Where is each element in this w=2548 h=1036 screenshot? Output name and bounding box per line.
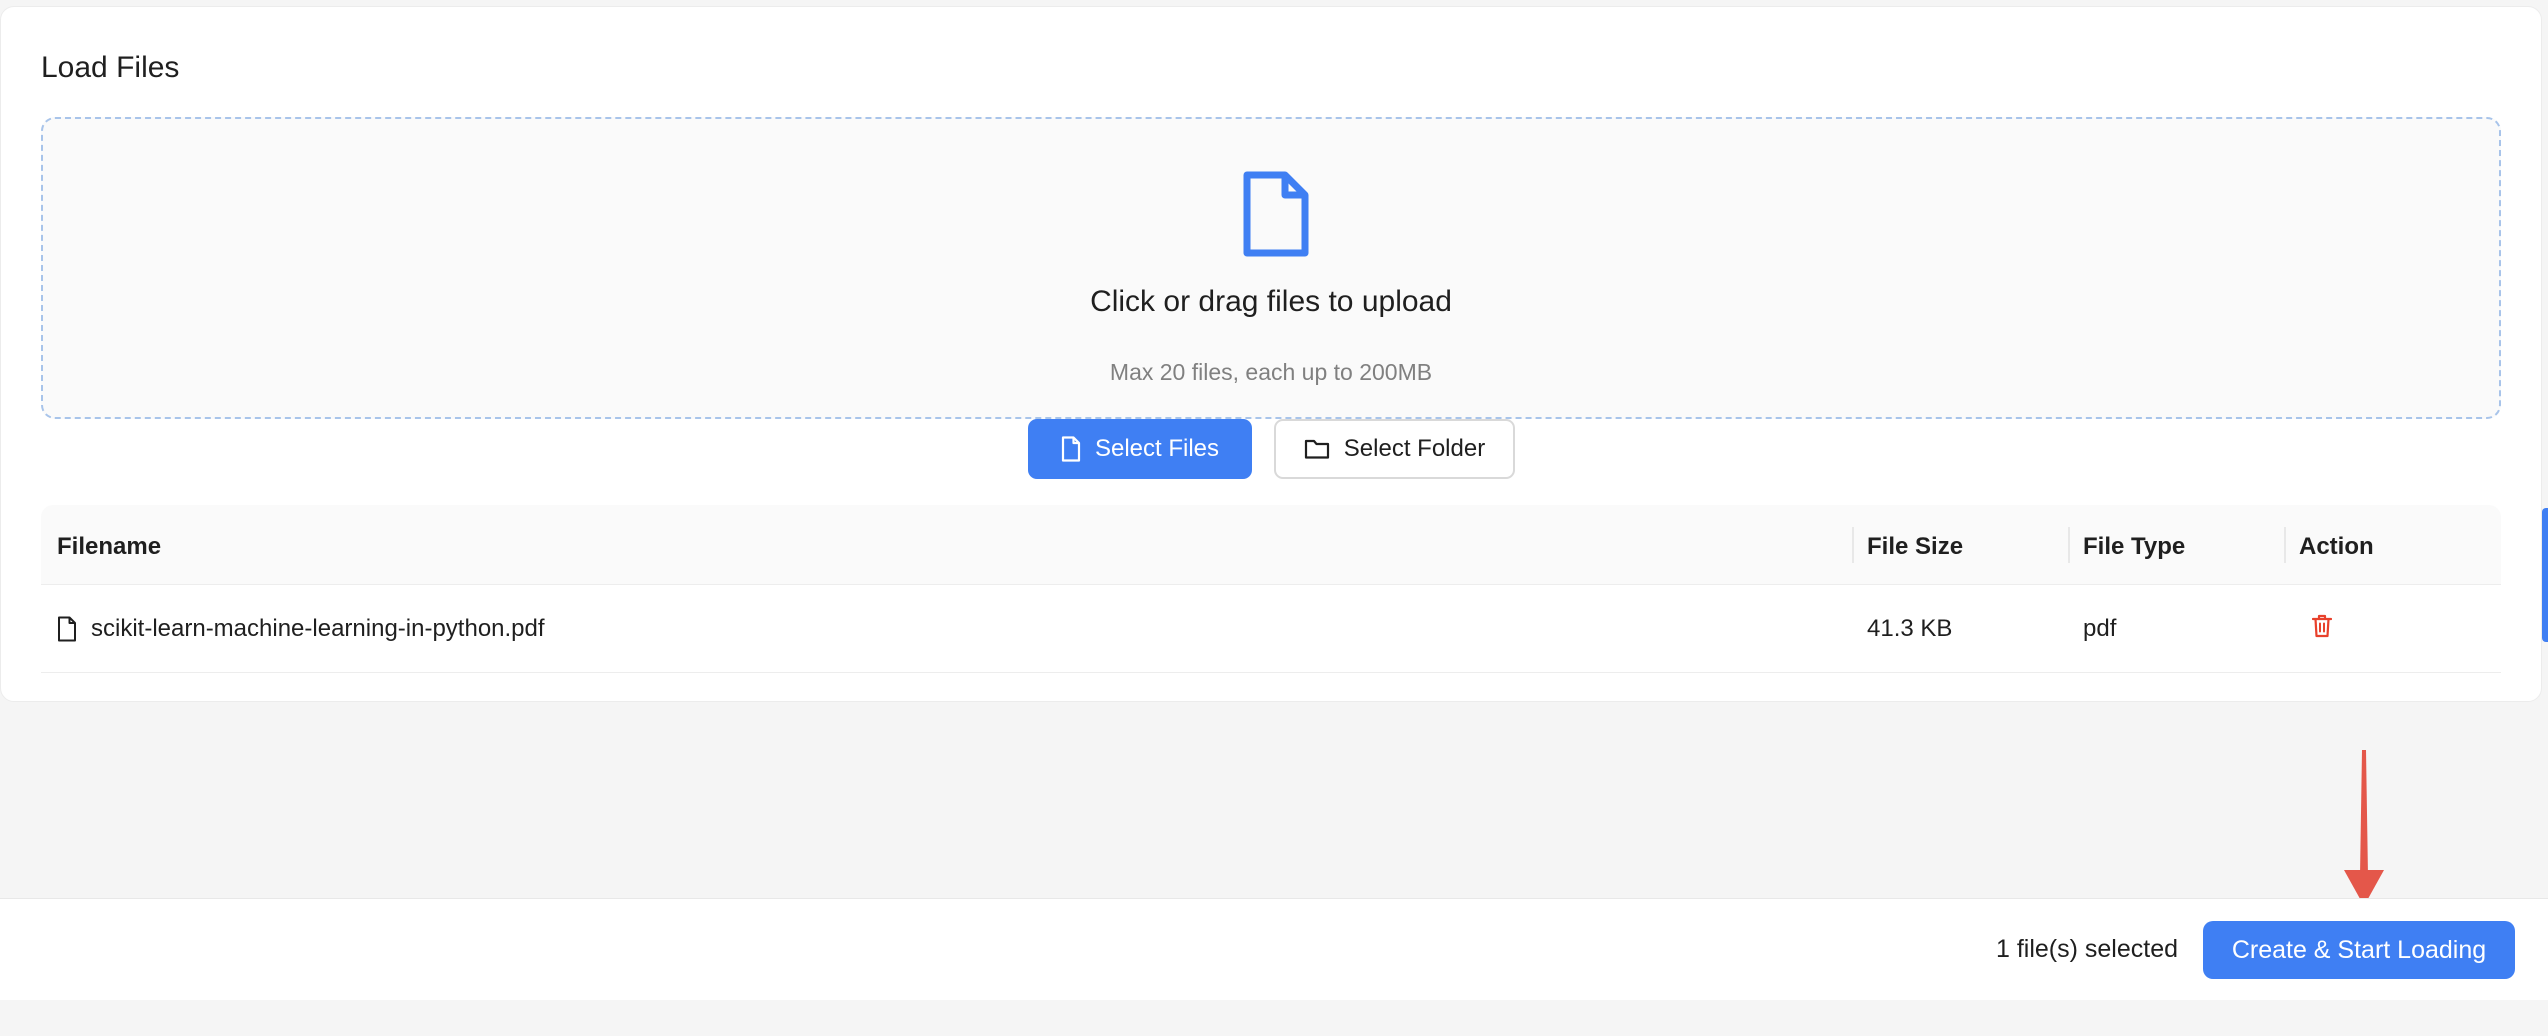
upload-dropzone[interactable]: Click or drag files to upload Max 20 fil… [41, 117, 2501, 419]
select-files-label: Select Files [1094, 435, 1220, 462]
selected-files-count: 1 file(s) selected [1996, 935, 2179, 963]
select-folder-button[interactable]: Select Folder [1274, 419, 1515, 479]
filename-text: scikit-learn-machine-learning-in-python.… [91, 615, 545, 642]
file-type-cell: pdf [2083, 615, 2117, 642]
select-folder-label: Select Folder [1343, 435, 1486, 462]
create-start-loading-button[interactable]: Create & Start Loading [2203, 921, 2515, 979]
header-file-size: File Size [1867, 533, 1964, 560]
dropzone-hint: Max 20 files, each up to 200MB [1109, 359, 1433, 385]
select-files-button[interactable]: Select Files [1028, 419, 1252, 479]
file-icon [1243, 171, 1309, 257]
file-icon [1061, 436, 1081, 462]
table-row: scikit-learn-machine-learning-in-python.… [41, 585, 2501, 673]
column-divider [2284, 527, 2286, 563]
filename-cell: scikit-learn-machine-learning-in-python.… [57, 615, 545, 643]
table-header: Filename File Size File Type Action [41, 505, 2501, 585]
dropzone-title: Click or drag files to upload [1090, 285, 1452, 318]
header-action: Action [2299, 533, 2374, 560]
column-divider [1852, 527, 1854, 563]
trash-icon [2311, 614, 2333, 638]
files-table: Filename File Size File Type Action scik… [41, 505, 2501, 673]
header-file-type: File Type [2083, 533, 2186, 560]
column-divider [2068, 527, 2070, 563]
file-icon [58, 616, 76, 642]
load-files-card: Load Files Click or drag files to upload… [0, 6, 2542, 702]
delete-file-button[interactable] [2311, 614, 2333, 645]
file-size-cell: 41.3 KB [1867, 615, 1953, 642]
card-title: Load Files [41, 51, 180, 84]
page: Load Files Click or drag files to upload… [0, 0, 2548, 1036]
scroll-edge-indicator [2542, 508, 2548, 642]
annotation-arrow-icon [2344, 750, 2384, 906]
footer-bar: 1 file(s) selected Create & Start Loadin… [0, 898, 2548, 1000]
header-filename: Filename [57, 533, 162, 560]
folder-icon [1304, 439, 1329, 459]
